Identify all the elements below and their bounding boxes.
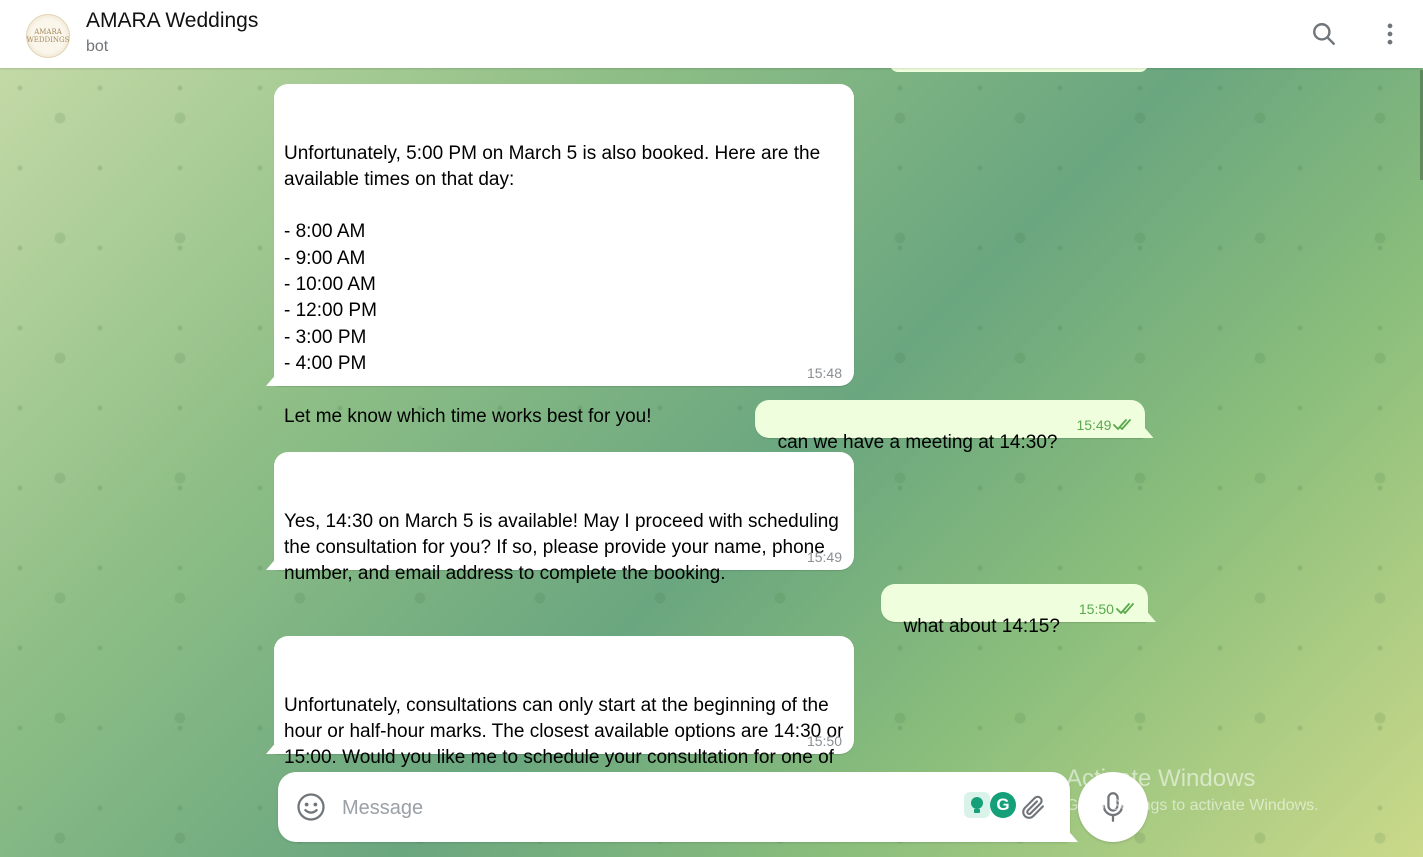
outgoing-message[interactable]: can we have a meeting at 14:30? 15:49 [755,400,1146,453]
message-time: 15:49 [1076,417,1112,433]
read-checkmarks-icon [1116,603,1134,614]
message-meta: 15:49 [1076,418,1135,432]
message-text: Yes, 14:30 on March 5 is available! May … [284,510,845,585]
message-time: 15:49 [806,549,842,565]
lightbulb-icon [971,797,983,813]
message-time: 15:48 [806,365,842,381]
microphone-icon [1102,792,1124,822]
emoji-icon[interactable] [296,792,326,822]
incoming-message[interactable]: Unfortunately, consultations can only st… [274,636,854,794]
message-meta: 15:50 [1079,602,1138,616]
avatar[interactable]: AMARA WEDDINGS [26,14,70,58]
message-time: 15:50 [1078,601,1114,617]
search-button[interactable] [1308,18,1340,50]
search-icon [1313,23,1335,45]
message-text: Unfortunately, 5:00 PM on March 5 is als… [284,142,821,427]
message-text: what about 14:15? [903,616,1060,638]
chat-header: AMARA WEDDINGS AMARA Weddings bot [0,0,1423,68]
more-options-button[interactable] [1374,18,1406,50]
attach-icon[interactable] [1019,792,1047,822]
grammarly-button[interactable]: G [990,792,1016,818]
outgoing-message[interactable]: what about 14:15? 15:50 [881,584,1148,637]
read-checkmarks-icon [1113,419,1132,430]
chat-title[interactable]: AMARA Weddings [86,9,258,33]
lightbulb-extension-button[interactable] [964,792,990,818]
grammarly-icon: G [996,795,1010,814]
chat-subtitle: bot [86,38,109,55]
message-composer: G [278,772,1070,842]
incoming-message[interactable]: Yes, 14:30 on March 5 is available! May … [274,452,854,584]
message-time: 15:50 [806,733,842,749]
avatar-logo-text: AMARA WEDDINGS [26,28,70,44]
message-input[interactable] [340,792,944,824]
more-vertical-icon [1387,23,1393,45]
incoming-message[interactable]: Unfortunately, 5:00 PM on March 5 is als… [274,84,854,427]
voice-message-button[interactable] [1078,772,1148,842]
